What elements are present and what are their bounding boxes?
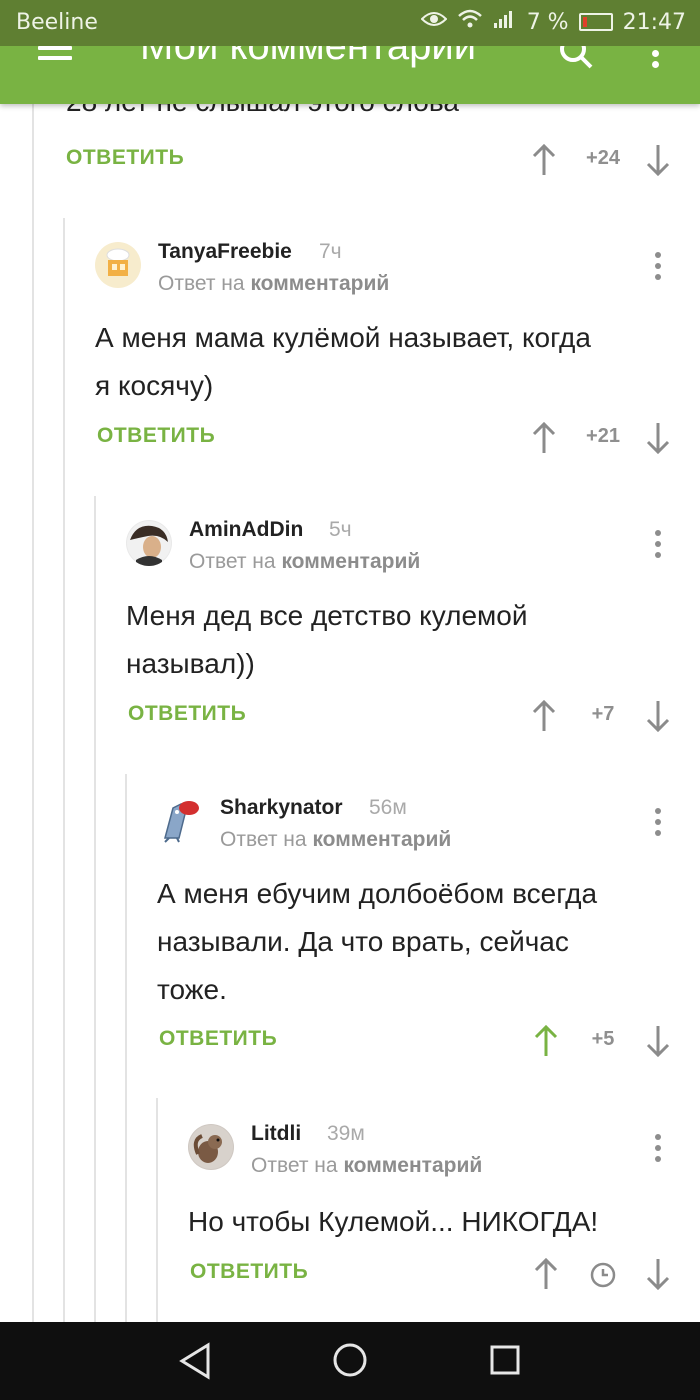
comment-text: Но чтобы Кулемой... НИКОГДА! (188, 1206, 599, 1237)
status-icons: 7 % 21:47 (420, 8, 686, 36)
reply-button[interactable]: ОТВЕТИТЬ (159, 1027, 277, 1051)
comment-actions: ОТВЕТИТЬ +7 (128, 698, 688, 738)
arrow-down-icon[interactable] (646, 144, 670, 180)
reply-to: Ответ на комментарий (220, 828, 451, 852)
thread-line (32, 0, 34, 1322)
kebab-icon[interactable] (655, 252, 663, 285)
navigation-bar (0, 1322, 700, 1400)
comment-author[interactable]: TanyaFreebie (158, 240, 292, 264)
thread-line (156, 1098, 158, 1322)
comment-author[interactable]: AminAdDin (189, 518, 303, 542)
reply-to-prefix: Ответ на (251, 1154, 338, 1177)
app-bar: Мои комментарии (0, 46, 700, 104)
comment: Sharkynator 56м Ответ на комментарий А м… (157, 796, 687, 1056)
reply-to-link[interactable]: комментарий (343, 1154, 482, 1177)
menu-icon[interactable] (38, 46, 72, 76)
comment-actions: ОТВЕТИТЬ (190, 1256, 690, 1296)
comment-actions: ОТВЕТИТЬ +21 (97, 420, 687, 460)
eye-icon (420, 9, 448, 35)
kebab-icon[interactable] (655, 808, 663, 841)
battery-icon (578, 13, 613, 31)
comment-time: 5ч (329, 518, 352, 541)
arrow-up-icon[interactable] (532, 143, 556, 180)
thread-line (63, 218, 65, 1322)
reply-to-prefix: Ответ на (220, 828, 307, 851)
arrow-up-icon[interactable] (534, 1257, 558, 1294)
reply-button[interactable]: ОТВЕТИТЬ (97, 424, 215, 448)
reply-to: Ответ на комментарий (189, 550, 420, 574)
search-icon[interactable] (556, 46, 596, 76)
kebab-icon[interactable] (655, 530, 663, 563)
comment-author[interactable]: Sharkynator (220, 796, 343, 820)
kebab-icon[interactable] (655, 1134, 663, 1167)
reply-to-link[interactable]: комментарий (250, 272, 389, 295)
arrow-down-icon[interactable] (646, 422, 670, 458)
comment-text: А меня ебучим долбоёбом всегда называли.… (157, 878, 598, 1005)
comment-text: А меня мама кулёмой называет, когда я ко… (95, 322, 591, 401)
status-bar: Beeline 7 % 21:47 (0, 0, 700, 46)
reply-to-link[interactable]: комментарий (312, 828, 451, 851)
arrow-down-icon[interactable] (646, 1258, 670, 1294)
reply-to-prefix: Ответ на (189, 550, 276, 573)
clock-time: 21:47 (622, 9, 686, 35)
recents-icon[interactable] (489, 1344, 521, 1380)
reply-to: Ответ на комментарий (158, 272, 389, 296)
arrow-up-icon[interactable] (534, 1024, 558, 1061)
reply-button[interactable]: ОТВЕТИТЬ (66, 146, 184, 170)
arrow-down-icon[interactable] (646, 1025, 670, 1061)
page-title: Мои комментарии (140, 46, 477, 68)
comment-author[interactable]: Litdli (251, 1122, 301, 1146)
wifi-icon (457, 8, 483, 36)
reply-to: Ответ на комментарий (251, 1154, 482, 1178)
comment-score: +5 (591, 1028, 615, 1050)
arrow-up-icon[interactable] (532, 421, 556, 458)
arrow-up-icon[interactable] (532, 699, 556, 736)
reply-button[interactable]: ОТВЕТИТЬ (128, 702, 246, 726)
carrier-name: Beeline (16, 10, 98, 35)
back-icon[interactable] (178, 1342, 212, 1384)
battery-percent: 7 % (526, 9, 569, 35)
comment-time: 39м (327, 1122, 365, 1145)
comment: Litdli 39м Ответ на комментарий Но чтобы… (188, 1122, 688, 1262)
avatar[interactable] (188, 1124, 234, 1170)
comment-score: +7 (591, 703, 615, 725)
clock-icon (590, 1262, 616, 1292)
home-icon[interactable] (332, 1342, 368, 1382)
comment-text: Меня дед все детство кулемой называл)) (126, 600, 528, 679)
comments-list[interactable]: 28 лет не слышал этого слова ОТВЕТИТЬ +2… (0, 0, 700, 1322)
reply-button[interactable]: ОТВЕТИТЬ (190, 1260, 308, 1284)
comment-actions: ОТВЕТИТЬ +24 (66, 142, 686, 182)
reply-to-link[interactable]: комментарий (281, 550, 420, 573)
arrow-down-icon[interactable] (646, 700, 670, 736)
signal-icon (493, 9, 517, 35)
comment-actions: ОТВЕТИТЬ +5 (159, 1023, 689, 1063)
comment-score: +21 (586, 425, 620, 447)
more-vertical-icon[interactable] (652, 46, 662, 68)
comment-score: +24 (586, 147, 620, 169)
avatar[interactable] (95, 242, 141, 288)
avatar[interactable] (157, 798, 203, 844)
reply-to-prefix: Ответ на (158, 272, 245, 295)
avatar[interactable] (126, 520, 172, 566)
comment-time: 56м (369, 796, 407, 819)
comment-time: 7ч (319, 240, 342, 263)
thread-line (125, 774, 127, 1322)
thread-line (94, 496, 96, 1322)
